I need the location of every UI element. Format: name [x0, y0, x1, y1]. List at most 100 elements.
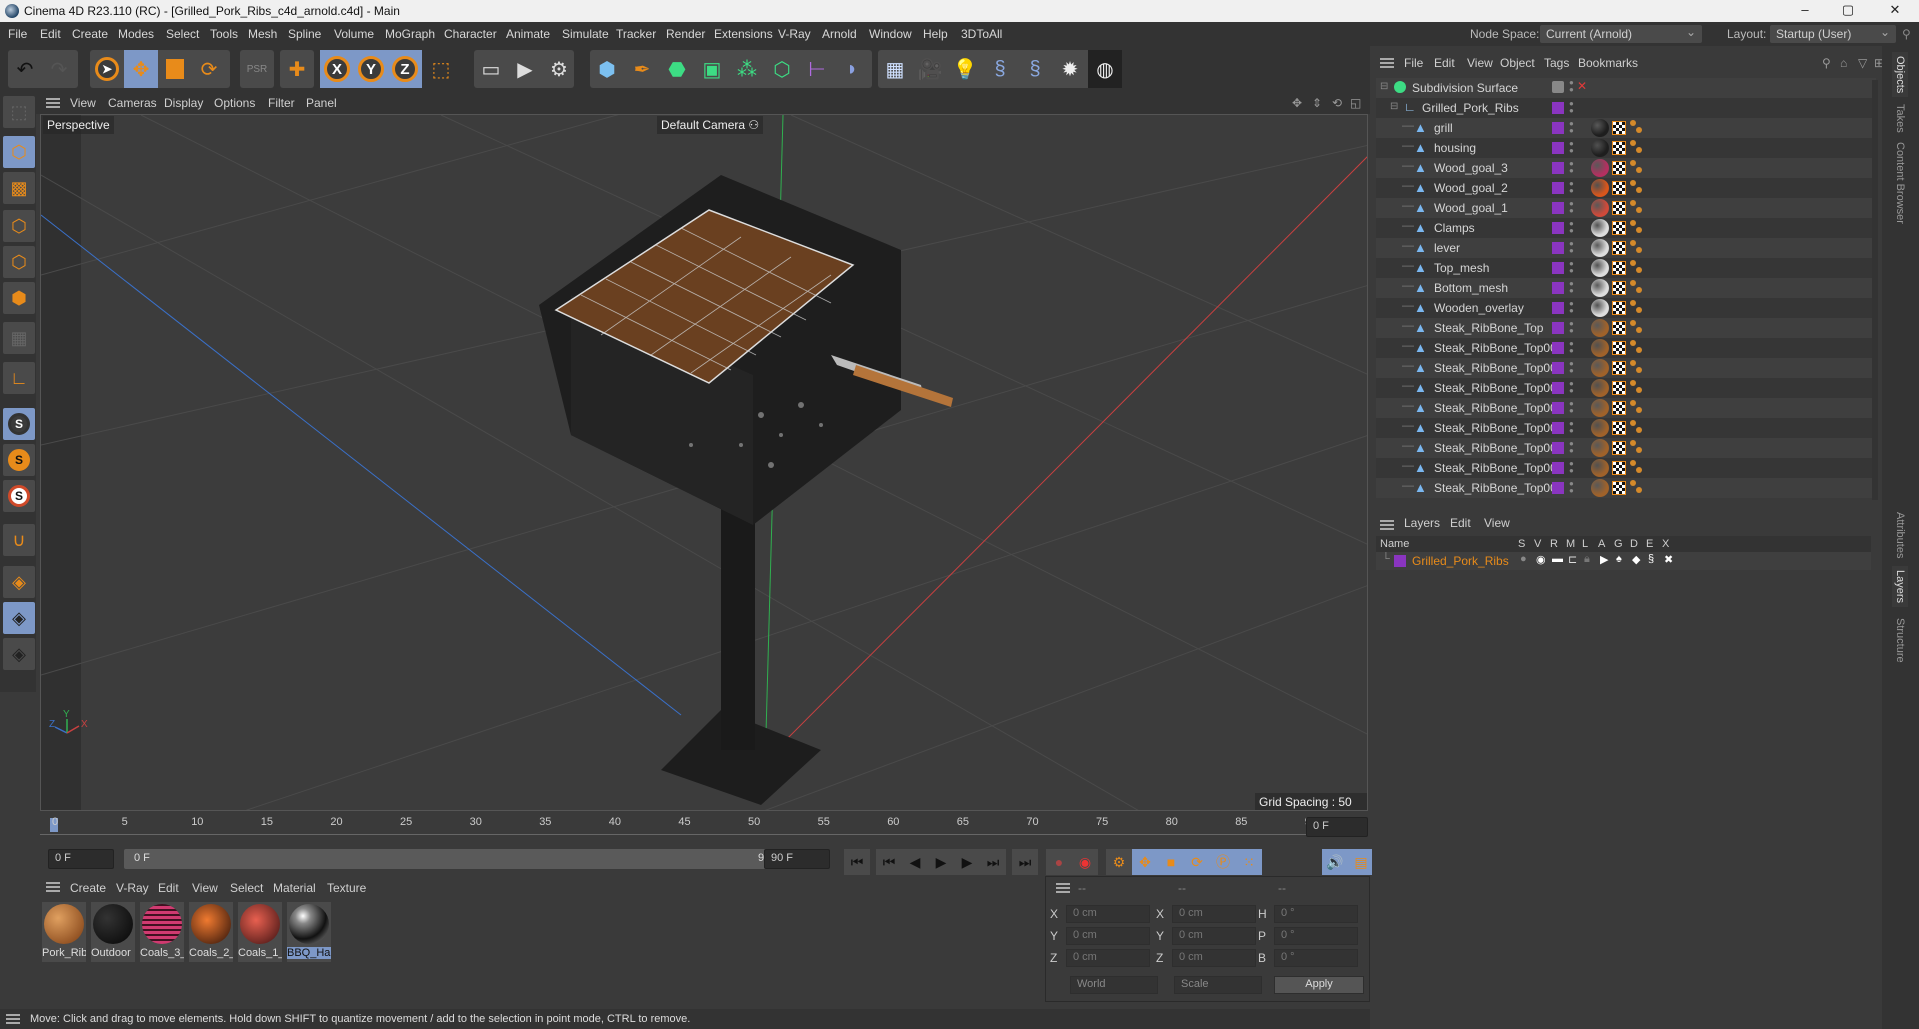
coordinate-mode-dropdown[interactable]: World [1070, 976, 1158, 994]
object-row[interactable]: — ▲ Steak_RibBone_Top003 ● ● [1376, 378, 1876, 398]
layer-color[interactable] [1552, 302, 1564, 314]
prev-key-button[interactable]: ⏮ [876, 849, 902, 875]
deformers-toggle-icon[interactable]: ◆ [1632, 553, 1640, 566]
collapse-icon[interactable]: ⊟ [1380, 81, 1388, 92]
hamburger-icon[interactable] [6, 1014, 20, 1024]
extrude-button[interactable]: ▣ [695, 50, 729, 88]
coordinate-field[interactable]: 0 cm [1066, 949, 1150, 967]
solo-off-button[interactable]: S [3, 480, 35, 512]
visibility-dots[interactable]: ● ● [1569, 360, 1575, 376]
uvw-tag-icon[interactable] [1612, 201, 1626, 215]
transform-mode-dropdown[interactable]: Scale [1174, 976, 1262, 994]
phong-tag-icon[interactable] [1630, 280, 1644, 294]
material-tag-icon[interactable] [1591, 159, 1609, 177]
animation-toggle-icon[interactable]: ▶ [1600, 553, 1608, 566]
menu-arnold[interactable]: Arnold [822, 27, 857, 41]
visibility-dots[interactable]: ● ● [1569, 460, 1575, 476]
material-menu-vray[interactable]: V-Ray [116, 881, 149, 895]
phong-tag-icon[interactable] [1630, 220, 1644, 234]
menu-volume[interactable]: Volume [334, 27, 374, 41]
phong-tag-icon[interactable] [1630, 320, 1644, 334]
layer-column-header[interactable]: L [1582, 538, 1588, 550]
coordinate-field[interactable]: 0 ° [1274, 905, 1358, 923]
visibility-dots[interactable]: ● ● [1569, 260, 1575, 276]
symmetry-button[interactable]: ⊢ [800, 50, 834, 88]
move-tool-button[interactable]: ✥ [124, 50, 158, 88]
material-tag-icon[interactable] [1591, 219, 1609, 237]
floor-button[interactable]: ▦ [878, 50, 912, 88]
object-row[interactable]: — ▲ Steak_RibBone_Top006 ● ● [1376, 438, 1876, 458]
align-workplane-button[interactable]: ◈ [3, 638, 35, 670]
phong-tag-icon[interactable] [1630, 160, 1644, 174]
visibility-dots[interactable]: ● ● [1569, 120, 1575, 136]
viewport-menu-cameras[interactable]: Cameras [108, 96, 157, 110]
material-tag-icon[interactable] [1591, 119, 1609, 137]
key-rotation-button[interactable]: ⟳ [1184, 849, 1210, 875]
hamburger-icon[interactable] [46, 882, 60, 892]
object-row[interactable]: — ▲ Wood_goal_2 ● ● [1376, 178, 1876, 198]
layer-color-swatch[interactable] [1394, 555, 1406, 567]
menu-3dtoall[interactable]: 3DToAll [961, 27, 1002, 41]
lock-toggle-icon[interactable]: 🔒︎ [1584, 553, 1590, 566]
object-row[interactable]: — ▲ Steak_RibBone_Top001 ● ● [1376, 338, 1876, 358]
snap-button[interactable]: ∪ [3, 524, 35, 556]
render-picture-viewer-button[interactable]: ▶ [508, 50, 542, 88]
material-tag-icon[interactable] [1591, 319, 1609, 337]
uvw-tag-icon[interactable] [1612, 481, 1626, 495]
texture-mode-button[interactable]: ▩ [3, 172, 35, 204]
visibility-dots[interactable]: ● ● [1569, 220, 1575, 236]
layer-color[interactable] [1552, 382, 1564, 394]
material-tag-icon[interactable] [1591, 419, 1609, 437]
visibility-dots[interactable]: ● ● [1569, 240, 1575, 256]
menu-spline[interactable]: Spline [288, 27, 321, 41]
material-tag-icon[interactable] [1591, 259, 1609, 277]
next-frame-button[interactable]: ▶ [954, 849, 980, 875]
object-row[interactable]: — ▲ Steak_RibBone_Top ● ● [1376, 318, 1876, 338]
uvw-tag-icon[interactable] [1612, 341, 1626, 355]
layer-color[interactable] [1552, 282, 1564, 294]
cube-button[interactable]: ⬢ [590, 50, 624, 88]
select-tool-button[interactable]: ➤ [90, 50, 124, 88]
uvw-tag-icon[interactable] [1612, 421, 1626, 435]
layer-column-header[interactable]: X [1662, 538, 1669, 550]
material-tag-icon[interactable] [1591, 299, 1609, 317]
prev-frame-button[interactable]: ◀ [902, 849, 928, 875]
phong-tag-icon[interactable] [1630, 200, 1644, 214]
disabled-x-icon[interactable]: ✕ [1577, 79, 1587, 93]
material-menu-material[interactable]: Material [273, 881, 316, 895]
record-button[interactable]: ● [1046, 849, 1072, 875]
uv-mode-button[interactable]: ▦ [3, 322, 35, 354]
current-frame-field[interactable]: 0 F [48, 849, 114, 869]
menu-simulate[interactable]: Simulate [562, 27, 609, 41]
phong-tag-icon[interactable] [1630, 480, 1644, 494]
viewport-menu-display[interactable]: Display [164, 96, 203, 110]
menu-mesh[interactable]: Mesh [248, 27, 277, 41]
uvw-tag-icon[interactable] [1612, 401, 1626, 415]
tab-objects[interactable]: Objects [1892, 52, 1908, 98]
uvw-tag-icon[interactable] [1612, 381, 1626, 395]
maximize-button[interactable]: ▢ [1833, 2, 1863, 20]
uvw-tag-icon[interactable] [1612, 281, 1626, 295]
current-time-field[interactable]: 0 F [1306, 817, 1368, 837]
key-position-button[interactable]: ✥ [1132, 849, 1158, 875]
layer-menu-view[interactable]: View [1484, 516, 1510, 530]
menu-edit[interactable]: Edit [40, 27, 61, 41]
viewport-menu-filter[interactable]: Filter [268, 96, 295, 110]
layer-column-header[interactable]: R [1550, 538, 1558, 550]
phong-tag-icon[interactable] [1630, 240, 1644, 254]
layer-color[interactable] [1552, 482, 1564, 494]
voronoi-button[interactable]: ⬡ [765, 50, 799, 88]
deformer-button[interactable]: ◗ [835, 50, 869, 88]
object-row[interactable]: — ▲ Steak_RibBone_Top005 ● ● [1376, 418, 1876, 438]
layer-menu-edit[interactable]: Edit [1450, 516, 1471, 530]
collapse-icon[interactable]: ⊟ [1390, 101, 1398, 112]
menu-modes[interactable]: Modes [118, 27, 154, 41]
autokey-button[interactable]: ◉ [1072, 849, 1098, 875]
phong-tag-icon[interactable] [1630, 380, 1644, 394]
object-menu-file[interactable]: File [1404, 56, 1423, 70]
polygon-mode-button[interactable]: ⬢ [3, 282, 35, 314]
psr-button[interactable]: PSR [240, 50, 274, 88]
uvw-tag-icon[interactable] [1612, 141, 1626, 155]
visibility-dots[interactable]: ● ● [1569, 160, 1575, 176]
viewport-menu-view[interactable]: View [70, 96, 96, 110]
